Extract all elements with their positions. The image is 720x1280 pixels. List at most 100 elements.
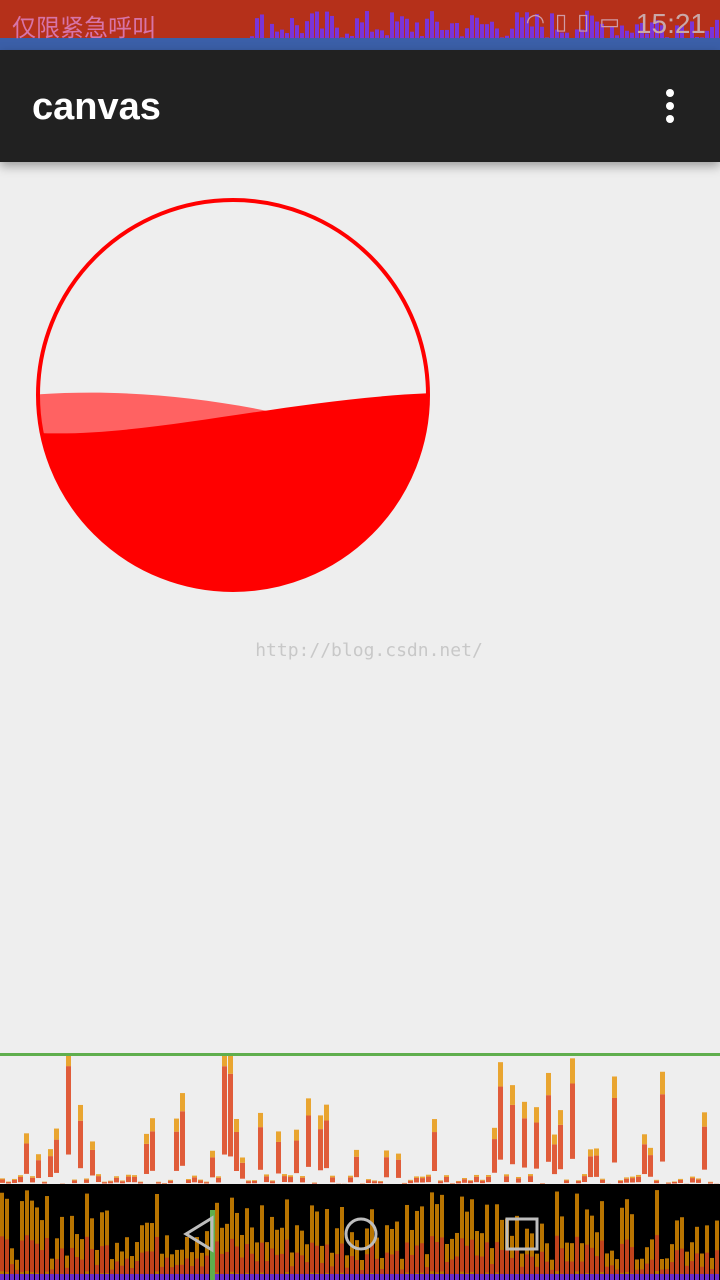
gpu-bar bbox=[168, 1179, 173, 1181]
nav-bar-mark bbox=[325, 1274, 329, 1280]
nav-bar-mark bbox=[120, 1274, 124, 1280]
nav-bar-mark bbox=[640, 1274, 644, 1280]
nav-bar-mark bbox=[235, 1246, 239, 1274]
home-icon bbox=[344, 1217, 378, 1251]
nav-bar-mark bbox=[595, 1274, 599, 1280]
nav-bar-mark bbox=[275, 1274, 279, 1280]
status-bar-mark bbox=[405, 18, 409, 38]
gpu-bar bbox=[108, 1180, 113, 1182]
status-bar-mark bbox=[495, 28, 499, 38]
nav-bar-mark bbox=[80, 1259, 84, 1276]
status-bar-mark bbox=[510, 28, 514, 38]
gpu-bar bbox=[186, 1180, 191, 1184]
nav-bar-mark bbox=[300, 1255, 304, 1276]
nav-bar-mark bbox=[45, 1238, 49, 1272]
gpu-bar bbox=[648, 1155, 653, 1177]
home-button[interactable] bbox=[333, 1206, 389, 1262]
nav-bar-mark bbox=[30, 1274, 34, 1280]
nav-bar-mark bbox=[705, 1274, 709, 1280]
nav-bar-mark bbox=[350, 1274, 354, 1280]
gpu-bar bbox=[570, 1058, 575, 1084]
nav-bar-mark bbox=[35, 1243, 39, 1273]
nav-bar-mark bbox=[260, 1274, 264, 1280]
gpu-bar bbox=[12, 1178, 17, 1180]
nav-bar-mark bbox=[25, 1274, 29, 1280]
gpu-bar bbox=[498, 1086, 503, 1160]
gpu-bar bbox=[492, 1139, 497, 1173]
nav-bar-mark bbox=[505, 1274, 509, 1280]
app-bar: canvas bbox=[0, 50, 720, 162]
gpu-bar bbox=[252, 1180, 257, 1181]
status-bar-mark bbox=[500, 37, 504, 38]
status-bar-mark bbox=[375, 29, 379, 38]
gpu-bar bbox=[282, 1174, 287, 1177]
gpu-bar bbox=[288, 1175, 293, 1178]
gpu-bar bbox=[306, 1115, 311, 1167]
nav-bar-mark bbox=[675, 1274, 679, 1280]
gpu-bar bbox=[240, 1162, 245, 1179]
gpu-bar bbox=[234, 1118, 239, 1132]
status-bar-mark bbox=[385, 35, 389, 38]
nav-bar-mark bbox=[490, 1274, 494, 1280]
gpu-bar bbox=[624, 1177, 629, 1179]
nav-bar-mark bbox=[455, 1256, 459, 1276]
gpu-bar bbox=[468, 1180, 473, 1184]
gpu-bar bbox=[552, 1144, 557, 1175]
gpu-bar bbox=[702, 1126, 707, 1170]
nav-bar-mark bbox=[80, 1274, 84, 1280]
gpu-bar bbox=[84, 1178, 89, 1180]
nav-bar-mark bbox=[410, 1274, 414, 1280]
status-bar-mark bbox=[710, 27, 714, 38]
status-bar-mark bbox=[330, 15, 334, 39]
gpu-bar bbox=[144, 1143, 149, 1174]
nav-bar-mark bbox=[90, 1274, 94, 1280]
gpu-bar bbox=[318, 1115, 323, 1130]
wifi-icon: ◠ bbox=[525, 10, 555, 35]
gpu-bar bbox=[588, 1149, 593, 1157]
nav-bar-mark bbox=[715, 1274, 719, 1280]
nav-bar-mark bbox=[405, 1274, 409, 1280]
nav-bar-mark bbox=[315, 1274, 319, 1280]
gpu-bar bbox=[594, 1148, 599, 1156]
nav-bar-mark bbox=[330, 1274, 334, 1280]
status-bar-mark bbox=[390, 12, 394, 38]
status-bar-mark bbox=[360, 22, 364, 38]
overflow-menu-button[interactable] bbox=[642, 78, 698, 134]
nav-bar-mark bbox=[40, 1250, 44, 1275]
gpu-bar bbox=[444, 1176, 449, 1183]
nav-bar-mark bbox=[595, 1256, 599, 1276]
nav-bar-mark bbox=[685, 1274, 689, 1280]
back-button[interactable] bbox=[172, 1206, 228, 1262]
gpu-bar bbox=[426, 1176, 431, 1183]
recents-button[interactable] bbox=[494, 1206, 550, 1262]
gpu-bar bbox=[276, 1131, 281, 1142]
recents-icon bbox=[505, 1217, 539, 1251]
gpu-bar bbox=[696, 1178, 701, 1180]
nav-bar-mark bbox=[615, 1274, 619, 1280]
gpu-bar bbox=[306, 1098, 311, 1116]
gpu-bar bbox=[330, 1175, 335, 1178]
gpu-bar bbox=[264, 1174, 269, 1177]
nav-bar-mark bbox=[690, 1274, 694, 1280]
gpu-bar bbox=[210, 1150, 215, 1158]
status-bar-mark bbox=[715, 19, 719, 38]
battery-icon: ▭ bbox=[599, 10, 630, 35]
nav-bar-mark bbox=[15, 1274, 19, 1280]
status-bar-mark bbox=[440, 29, 444, 38]
nav-bar-mark bbox=[20, 1240, 24, 1273]
nav-bar-mark bbox=[575, 1236, 579, 1272]
nav-bar-mark bbox=[160, 1274, 164, 1280]
nav-bar-mark bbox=[200, 1274, 204, 1280]
nav-bar-mark bbox=[65, 1274, 69, 1280]
nav-bar-mark bbox=[695, 1253, 699, 1275]
nav-bar-mark bbox=[600, 1274, 604, 1280]
gpu-bar bbox=[24, 1143, 29, 1174]
nav-bar-mark bbox=[630, 1274, 634, 1280]
status-bar-mark bbox=[260, 14, 264, 38]
gpu-bar bbox=[396, 1153, 401, 1160]
nav-bar-mark bbox=[390, 1274, 394, 1280]
status-bar-mark bbox=[425, 18, 429, 38]
status-bar-mark bbox=[450, 23, 454, 38]
nav-bar-mark bbox=[150, 1274, 154, 1280]
gpu-bar bbox=[510, 1085, 515, 1105]
